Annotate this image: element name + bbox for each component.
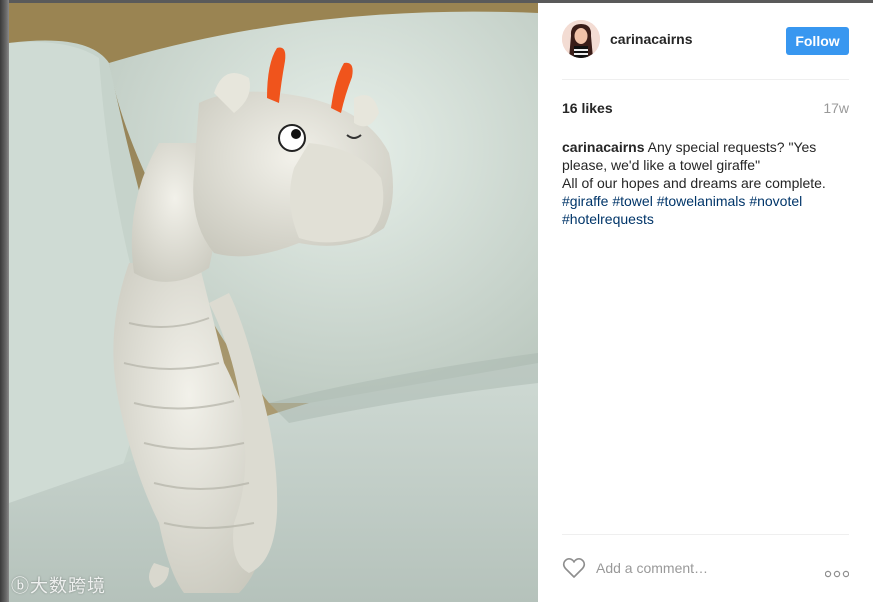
watermark-text: ⓑ大数跨境 bbox=[11, 576, 106, 597]
towel-giraffe-image bbox=[9, 3, 538, 602]
post-header: carinacairns Follow bbox=[562, 19, 849, 80]
post-caption: carinacairns Any special requests? "Yes … bbox=[562, 138, 854, 228]
profile-picture-icon bbox=[562, 20, 600, 58]
caption-text-line2: All of our hopes and dreams are complete… bbox=[562, 175, 826, 191]
hashtag-link[interactable]: #towelanimals bbox=[657, 193, 746, 209]
post-photo[interactable]: ⓑ大数跨境 bbox=[9, 3, 538, 602]
likes-count[interactable]: 16 likes bbox=[562, 100, 613, 116]
hashtag-link[interactable]: #novotel bbox=[749, 193, 802, 209]
username-link[interactable]: carinacairns bbox=[610, 31, 693, 47]
hashtag-link[interactable]: #towel bbox=[612, 193, 652, 209]
hashtag-link[interactable]: #giraffe bbox=[562, 193, 608, 209]
follow-button[interactable]: Follow bbox=[786, 27, 849, 55]
avatar[interactable] bbox=[562, 20, 600, 58]
window-left-edge bbox=[0, 0, 9, 602]
comment-input[interactable] bbox=[596, 557, 806, 579]
hashtag-link[interactable]: #hotelrequests bbox=[562, 211, 654, 227]
comment-bar bbox=[562, 534, 850, 603]
post-side-panel: carinacairns Follow 16 likes 17w carinac… bbox=[538, 3, 873, 602]
heart-outline-icon[interactable] bbox=[562, 557, 586, 579]
post-age[interactable]: 17w bbox=[823, 100, 849, 116]
more-options-icon[interactable] bbox=[824, 565, 850, 578]
caption-author-link[interactable]: carinacairns bbox=[562, 139, 645, 155]
